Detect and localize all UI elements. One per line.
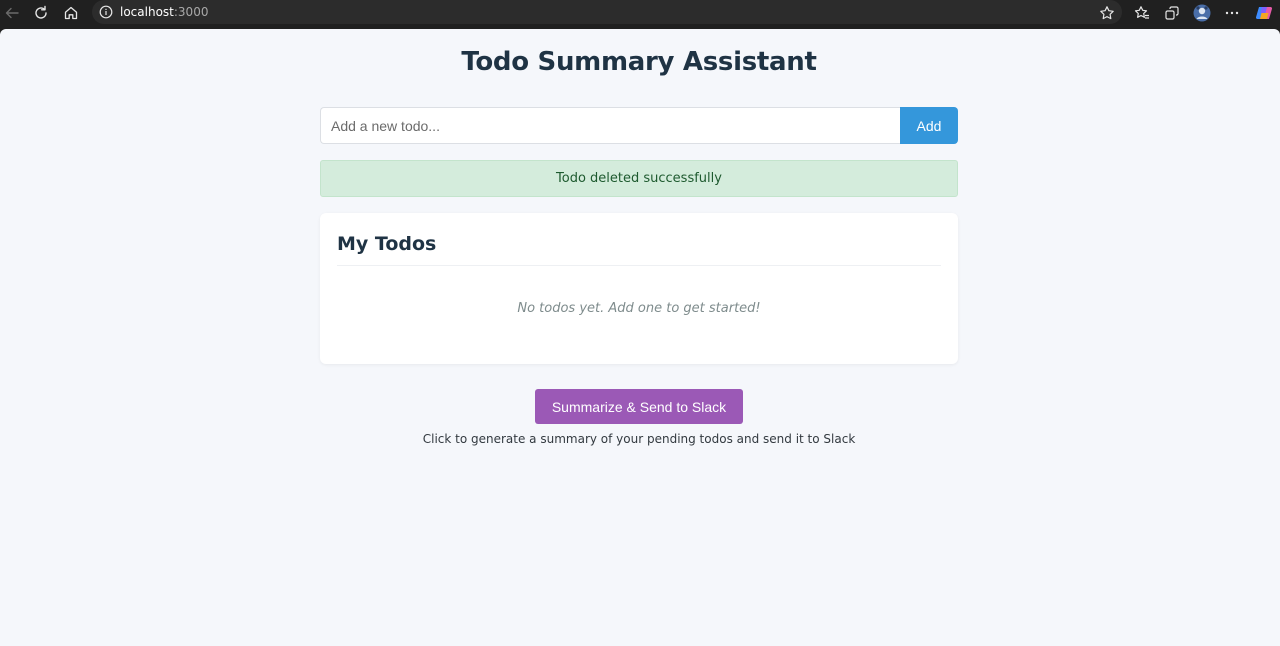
copilot-icon[interactable] <box>1254 3 1274 23</box>
home-icon[interactable] <box>61 3 81 23</box>
page-viewport: Todo Summary Assistant Add Todo deleted … <box>0 29 1280 646</box>
collections-icon[interactable] <box>1162 3 1182 23</box>
browser-toolbar: localhost:3000 <box>0 0 1280 26</box>
url-port: :3000 <box>173 5 209 19</box>
profile-icon[interactable] <box>1192 3 1212 23</box>
summarize-send-slack-button[interactable]: Summarize & Send to Slack <box>535 389 743 424</box>
star-icon[interactable] <box>1097 3 1117 23</box>
add-button[interactable]: Add <box>900 107 958 144</box>
new-todo-input[interactable] <box>320 107 901 144</box>
favorites-icon[interactable] <box>1132 3 1152 23</box>
refresh-icon[interactable] <box>31 3 51 23</box>
address-bar[interactable]: localhost:3000 <box>92 0 1122 24</box>
url-host: localhost <box>120 5 174 19</box>
alert-message: Todo deleted successfully <box>556 171 722 186</box>
back-icon[interactable] <box>2 3 22 23</box>
success-alert: Todo deleted successfully <box>320 160 958 197</box>
todos-heading: My Todos <box>337 233 437 255</box>
divider <box>337 265 941 266</box>
todos-card: My Todos No todos yet. Add one to get st… <box>320 213 958 364</box>
empty-state-message: No todos yet. Add one to get started! <box>517 301 761 316</box>
summary-helper-text: Click to generate a summary of your pend… <box>422 432 856 446</box>
info-icon[interactable] <box>99 5 113 19</box>
page-title: Todo Summary Assistant <box>461 47 817 77</box>
more-icon[interactable] <box>1222 3 1242 23</box>
url-text: localhost:3000 <box>120 4 208 20</box>
